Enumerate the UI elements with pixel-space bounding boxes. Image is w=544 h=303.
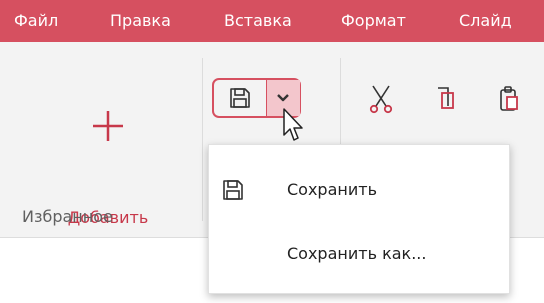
mouse-cursor-icon — [283, 108, 303, 141]
plus-icon — [93, 111, 123, 141]
menu-item-save[interactable]: Сохранить — [209, 159, 509, 221]
save-button[interactable] — [214, 80, 266, 116]
favorites-group-label: Избранное — [22, 207, 113, 226]
chevron-down-icon — [277, 94, 289, 102]
menu-edit[interactable]: Правка — [110, 0, 171, 42]
menu-format[interactable]: Формат — [341, 0, 406, 42]
group-divider — [202, 58, 203, 221]
menu-bar: Файл Правка Вставка Формат Слайд — [0, 0, 544, 42]
paste-icon[interactable] — [497, 84, 523, 114]
save-icon — [223, 180, 243, 200]
menu-item-save-label: Сохранить — [287, 180, 377, 199]
copy-icon[interactable] — [433, 84, 459, 114]
save-icon — [230, 88, 250, 108]
app-window: Файл Правка Вставка Формат Слайд Добавит… — [0, 0, 544, 303]
scissors-icon[interactable] — [368, 84, 394, 114]
menu-insert[interactable]: Вставка — [224, 0, 292, 42]
menu-item-save-as[interactable]: Сохранить как... — [209, 223, 509, 285]
menu-slide[interactable]: Слайд — [459, 0, 512, 42]
menu-file[interactable]: Файл — [14, 0, 58, 42]
menu-item-save-as-label: Сохранить как... — [287, 244, 427, 263]
save-dropdown-menu: Сохранить Сохранить как... — [208, 144, 510, 294]
add-button[interactable]: Добавить — [24, 58, 192, 227]
